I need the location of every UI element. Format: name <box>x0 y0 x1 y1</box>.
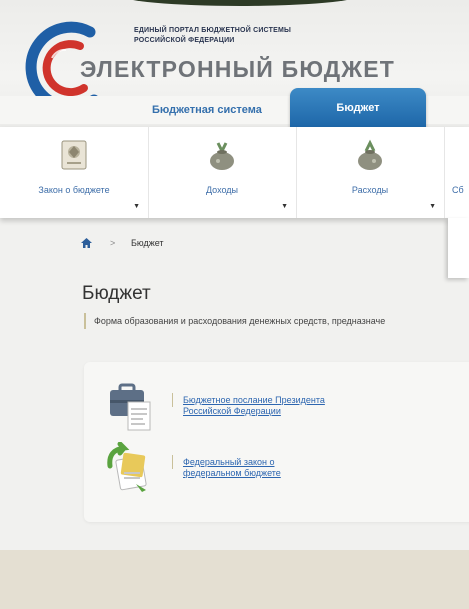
chevron-down-icon[interactable]: ▼ <box>133 203 140 210</box>
money-bag-out-icon <box>358 139 382 170</box>
description-accent <box>84 313 86 329</box>
breadcrumb-separator: > <box>110 238 116 248</box>
menu-label: Расходы <box>351 185 389 195</box>
dropdown-panel <box>448 218 469 278</box>
money-bag-in-icon <box>210 142 234 170</box>
menu-item-revenue[interactable]: Доходы ▼ <box>148 127 297 218</box>
breadcrumb-current: Бюджет <box>131 238 164 248</box>
menu-item-expenses[interactable]: Расходы ▼ <box>296 127 445 218</box>
document-link-presidential-address[interactable]: Бюджетное послание Президента Российской… <box>183 395 325 417</box>
portal-name-line-1: ЕДИНЫЙ ПОРТАЛ БЮДЖЕТНОЙ СИСТЕМЫ <box>134 27 292 34</box>
portal-name-line-2: РОССИЙСКОЙ ФЕДЕРАЦИИ <box>134 37 235 44</box>
menu-label: Доходы <box>205 185 239 195</box>
chevron-down-icon[interactable]: ▼ <box>429 203 436 210</box>
menu-item-budget-law[interactable]: Закон о бюджете ▼ <box>0 127 149 218</box>
chevron-down-icon[interactable]: ▼ <box>281 203 288 210</box>
document-link-line: федеральном бюджете <box>183 468 281 478</box>
site-header: ЕДИНЫЙ ПОРТАЛ БЮДЖЕТНОЙ СИСТЕМЫ РОССИЙСК… <box>0 0 469 128</box>
page-title: Бюджет <box>82 283 151 304</box>
brand-title: ЭЛЕКТРОННЫЙ БЮДЖЕТ <box>80 56 396 82</box>
document-link-federal-law[interactable]: Федеральный закон о федеральном бюджете <box>183 457 281 479</box>
section-menu: Закон о бюджете ▼ Доходы ▼ Расходы ▼ <box>0 127 469 218</box>
page: ЕДИНЫЙ ПОРТАЛ БЮДЖЕТНОЙ СИСТЕМЫ РОССИЙСК… <box>0 0 469 550</box>
document-separator <box>172 393 173 407</box>
emblem-document-icon <box>61 140 87 170</box>
document-link-line: Бюджетное послание Президента <box>183 395 325 405</box>
page-bottom-area <box>0 550 469 609</box>
nav-link-budget-system[interactable]: Бюджетная система <box>152 104 262 116</box>
page-description: Форма образования и расходования денежны… <box>94 316 386 326</box>
document-link-line: Федеральный закон о <box>183 457 275 467</box>
briefcase-document-icon <box>110 383 151 431</box>
menu-label: Закон о бюджете <box>38 185 110 195</box>
document-link-line: Российской Федерации <box>183 406 281 416</box>
menu-item-cut-label[interactable]: Сб <box>452 185 464 195</box>
home-icon[interactable] <box>81 238 92 248</box>
tab-budget[interactable]: Бюджет <box>290 88 426 128</box>
top-decoration <box>120 0 360 6</box>
law-document-icon <box>107 442 147 492</box>
document-separator <box>172 455 173 469</box>
